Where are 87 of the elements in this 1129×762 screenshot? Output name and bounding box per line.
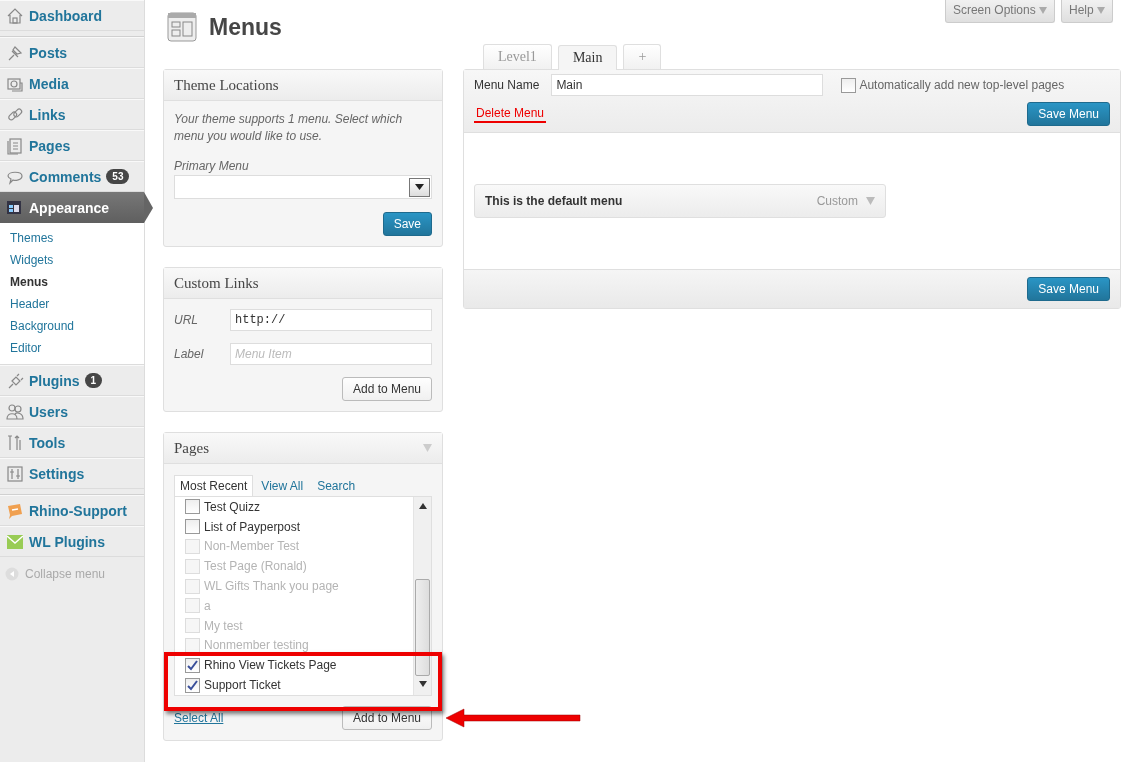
menu-item-bar[interactable]: This is the default menu Custom [474, 184, 886, 218]
sidebar-item[interactable]: Rhino-Support [0, 495, 144, 526]
count-badge: 1 [84, 373, 103, 388]
dropdown-button[interactable]: Help [1061, 0, 1113, 23]
page-title: Menus [209, 13, 282, 41]
sidebar-item[interactable]: Settings [0, 458, 144, 489]
page-label: Test Quizz [204, 499, 260, 514]
caret-icon [1097, 7, 1105, 14]
menu-tab[interactable]: Level1 [483, 44, 552, 69]
panel-title: Theme Locations [174, 76, 279, 94]
field-label: Menu Name [474, 78, 540, 92]
sidebar-item[interactable]: Links [0, 99, 144, 130]
sidebar-item[interactable]: Dashboard [0, 0, 144, 31]
menu-tab[interactable]: + [623, 44, 662, 69]
sidebar-item[interactable]: WL Plugins [0, 526, 144, 557]
page-label: List of Payperpost [204, 519, 301, 534]
panel-title: Pages [174, 439, 209, 457]
chain-link-icon [6, 105, 24, 124]
checkbox[interactable] [841, 77, 857, 93]
checkbox[interactable] [185, 677, 200, 693]
field-label: Label [174, 347, 205, 361]
envelope-icon [6, 532, 24, 551]
sidebar-item[interactable]: Pages [0, 130, 144, 161]
tab[interactable]: View All [255, 475, 310, 496]
menu-item-type: Custom [816, 194, 858, 208]
save-button[interactable]: Save [382, 212, 432, 236]
select-all-link[interactable]: Select All [174, 711, 224, 725]
house-icon [6, 6, 24, 25]
ticket-icon [6, 501, 24, 520]
sidebar-item[interactable]: Tools [0, 427, 144, 458]
page-label: Test Page (Ronald) [204, 559, 307, 574]
checkbox[interactable] [185, 519, 200, 535]
menu-name-field[interactable]: Main [551, 74, 824, 96]
layout-icon [167, 12, 197, 42]
tab[interactable]: Search [311, 475, 362, 496]
count-badge: 53 [106, 169, 130, 184]
caret-icon [415, 184, 424, 190]
sliders-icon [6, 464, 24, 483]
tab[interactable]: Most Recent [174, 475, 254, 496]
scrollbar[interactable] [413, 497, 431, 695]
dropdown-button[interactable]: Screen Options [944, 0, 1055, 23]
check-icon [187, 659, 198, 671]
users-icon [6, 402, 24, 421]
menu-item-title: This is the default menu [485, 194, 623, 208]
sidebar-item[interactable]: Posts [0, 37, 144, 68]
page-label: Nonmember testing [204, 638, 309, 653]
save-menu-button[interactable]: Save Menu [1027, 102, 1110, 126]
save-menu-button[interactable]: Save Menu [1027, 277, 1110, 301]
delete-menu-link[interactable]: Delete Menu [474, 105, 547, 123]
sidebar-item[interactable]: Plugins 1 [0, 365, 144, 396]
caret-icon [418, 503, 427, 509]
page-label: Rhino View Tickets Page [204, 658, 337, 673]
add-to-menu-button[interactable]: Add to Menu [341, 377, 432, 401]
input-field[interactable]: http:// [230, 309, 432, 331]
page-label: My test [204, 618, 243, 633]
caret-icon [1039, 7, 1047, 14]
submenu-item[interactable]: Editor [0, 337, 144, 359]
caret-icon [418, 681, 427, 687]
check-icon [187, 679, 198, 691]
page-label: WL Gifts Thank you page [204, 579, 339, 594]
caret-icon [866, 197, 875, 205]
page-label: Support Ticket [204, 678, 281, 693]
collapse-icon [5, 567, 19, 581]
page-label: Non-Member Test [204, 539, 300, 554]
field-label: URL [174, 313, 199, 327]
panel-title: Custom Links [174, 274, 259, 292]
tools-icon [6, 433, 24, 452]
checkbox[interactable] [185, 657, 200, 673]
sidebar-item[interactable]: Media [0, 68, 144, 99]
checkbox[interactable] [185, 499, 200, 515]
submenu-item[interactable]: Header [0, 293, 144, 315]
sidebar-item[interactable]: Users [0, 396, 144, 427]
dropdown-field[interactable] [174, 175, 432, 199]
description-text: Your theme supports 1 menu. Select which menu you would like to use. [174, 111, 404, 145]
document-icon [6, 136, 24, 155]
menu-tab[interactable]: Main [557, 45, 618, 70]
field-label: Primary Menu [174, 159, 250, 173]
caret-icon [423, 444, 432, 452]
submenu-item[interactable]: Widgets [0, 249, 144, 271]
submenu-item[interactable]: Themes [0, 227, 144, 249]
submenu-item[interactable]: Menus [0, 271, 144, 293]
submenu-item[interactable]: Background [0, 315, 144, 337]
input-field[interactable]: Menu Item [230, 343, 432, 365]
layout-icon [6, 198, 24, 217]
page-label: a [204, 598, 211, 613]
checkbox-label: Automatically add new top-level pages [859, 78, 1065, 92]
plug-icon [6, 371, 24, 390]
